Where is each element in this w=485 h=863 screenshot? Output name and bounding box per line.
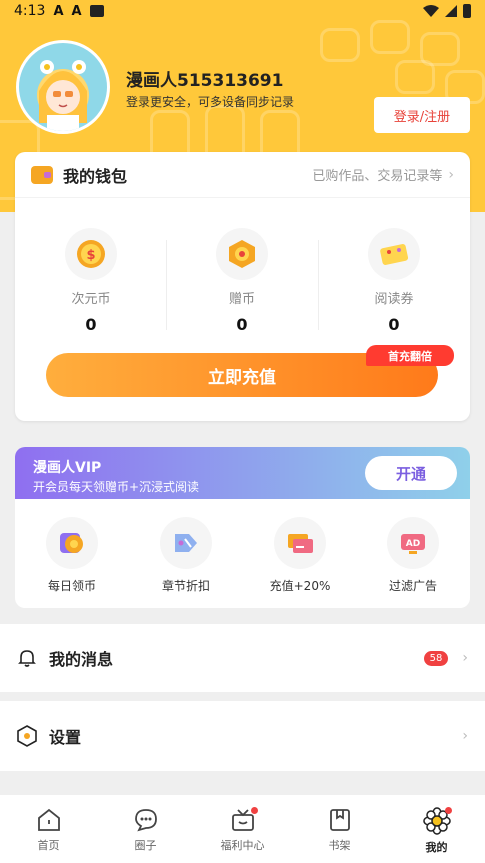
svg-text:$: $ [86, 248, 95, 263]
username: 漫画人515313691 [126, 71, 284, 91]
divider [318, 240, 319, 330]
first-recharge-badge: 首充翻倍 [366, 345, 454, 366]
wallet-item-coin[interactable]: $ 次元币 0 [36, 228, 146, 334]
bell-icon [18, 650, 36, 667]
vip-feature-ad-filter[interactable]: AD 过滤广告 [368, 517, 458, 594]
vip-feature-recharge-bonus[interactable]: 充值+20% [255, 517, 345, 594]
avatar[interactable] [16, 40, 110, 134]
vip-feature-chapter-discount[interactable]: 章节折扣 [141, 517, 231, 594]
vip-feature-label: 章节折扣 [161, 579, 210, 593]
home-icon [37, 808, 60, 831]
nav-label: 首页 [37, 839, 60, 852]
menu-item-settings[interactable]: 设置 › [0, 701, 485, 771]
wallet-item-label: 阅读券 [374, 292, 414, 307]
battery-icon [463, 4, 471, 18]
ticket-icon [380, 244, 409, 265]
nav-home[interactable]: 首页 [0, 795, 97, 863]
feature-icon-bg: AD [387, 517, 439, 569]
settings-label: 设置 [49, 728, 82, 747]
nav-circle[interactable]: 圈子 [97, 795, 194, 863]
chevron-right-icon: › [462, 728, 468, 744]
app-notification-icon: A [71, 3, 82, 19]
app-notification-icon [89, 5, 104, 17]
chevron-right-icon: › [462, 650, 468, 666]
wallet-item-label: 赠币 [228, 292, 255, 307]
ticket-icon-bg [368, 228, 420, 280]
gift-coin-icon-bg [216, 228, 268, 280]
hex-decoration [320, 28, 360, 62]
vip-feature-label: 充值+20% [269, 579, 331, 593]
wallet-item-value: 0 [236, 315, 248, 334]
chat-bubble-icon [134, 809, 157, 832]
divider [166, 240, 167, 330]
gift-coin-icon [229, 240, 255, 268]
avatar-illustration [37, 60, 89, 131]
vip-open-button[interactable]: 开通 [365, 456, 457, 490]
feature-icon-bg [46, 517, 98, 569]
hex-decoration [370, 20, 410, 54]
vip-banner[interactable]: 漫画人VIP 开会员每天领赠币+沉浸式阅读 开通 [15, 447, 470, 499]
nav-label: 书架 [328, 839, 351, 852]
card-icon [288, 534, 313, 553]
daily-coin-icon [60, 533, 83, 553]
wallet-icon [31, 165, 53, 184]
feature-icon-bg [274, 517, 326, 569]
wifi-icon [423, 5, 439, 17]
chevron-right-icon: › [448, 166, 454, 183]
vip-feature-daily-coins[interactable]: 每日领币 [27, 517, 117, 594]
feature-icon-bg [160, 517, 212, 569]
vip-card: 漫画人VIP 开会员每天领赠币+沉浸式阅读 开通 每日领币 章节折扣 充值+20… [15, 447, 470, 608]
login-register-button[interactable]: 登录/注册 [374, 97, 470, 133]
wallet-card: 我的钱包 已购作品、交易记录等 › $ 次元币 0 赠币 0 阅读券 0 立即充… [15, 152, 470, 421]
wallet-item-value: 0 [388, 315, 400, 334]
nav-welfare-center[interactable]: 福利中心 [194, 795, 291, 863]
messages-label: 我的消息 [49, 650, 114, 669]
wallet-item-gift-coin[interactable]: 赠币 0 [187, 228, 297, 334]
discount-tag-icon [175, 534, 197, 552]
wallet-item-value: 0 [85, 315, 97, 334]
bookshelf-icon [329, 809, 350, 831]
nav-label: 我的 [425, 841, 448, 854]
notification-dot [251, 807, 258, 814]
coin-icon: $ [77, 240, 105, 268]
nav-label: 圈子 [134, 839, 157, 852]
wallet-item-reading-ticket[interactable]: 阅读券 0 [339, 228, 449, 334]
hex-decoration [395, 60, 435, 94]
wallet-records-link[interactable]: 已购作品、交易记录等 › [312, 165, 454, 185]
vip-feature-label: 每日领币 [47, 579, 96, 593]
status-bar: 4:13 A A [0, 0, 485, 22]
status-time: 4:13 [14, 3, 46, 19]
nav-bookshelf[interactable]: 书架 [291, 795, 388, 863]
bottom-nav: 首页 圈子 福利中心 书架 我的 [0, 795, 485, 863]
nav-mine[interactable]: 我的 [388, 795, 485, 863]
wallet-header[interactable]: 我的钱包 已购作品、交易记录等 › [15, 152, 470, 198]
notification-dot [445, 807, 452, 814]
nav-label: 福利中心 [220, 839, 265, 852]
settings-hexagon-icon [17, 725, 37, 747]
svg-text:AD: AD [406, 539, 420, 549]
menu-item-messages[interactable]: 我的消息 58 › [0, 624, 485, 692]
signal-icon [445, 5, 457, 17]
vip-feature-label: 过滤广告 [388, 579, 437, 593]
vip-title: 漫画人VIP [33, 460, 102, 476]
vip-subtitle: 开会员每天领赠币+沉浸式阅读 [33, 480, 200, 494]
wallet-records-label: 已购作品、交易记录等 [312, 169, 443, 184]
coin-icon-bg: $ [65, 228, 117, 280]
app-notification-icon: A [53, 3, 64, 19]
login-hint: 登录更安全，可多设备同步记录 [126, 95, 295, 109]
unread-count-badge: 58 [423, 650, 449, 666]
ad-block-icon: AD [401, 534, 425, 554]
wallet-item-label: 次元币 [71, 292, 111, 307]
wallet-title: 我的钱包 [63, 166, 128, 186]
